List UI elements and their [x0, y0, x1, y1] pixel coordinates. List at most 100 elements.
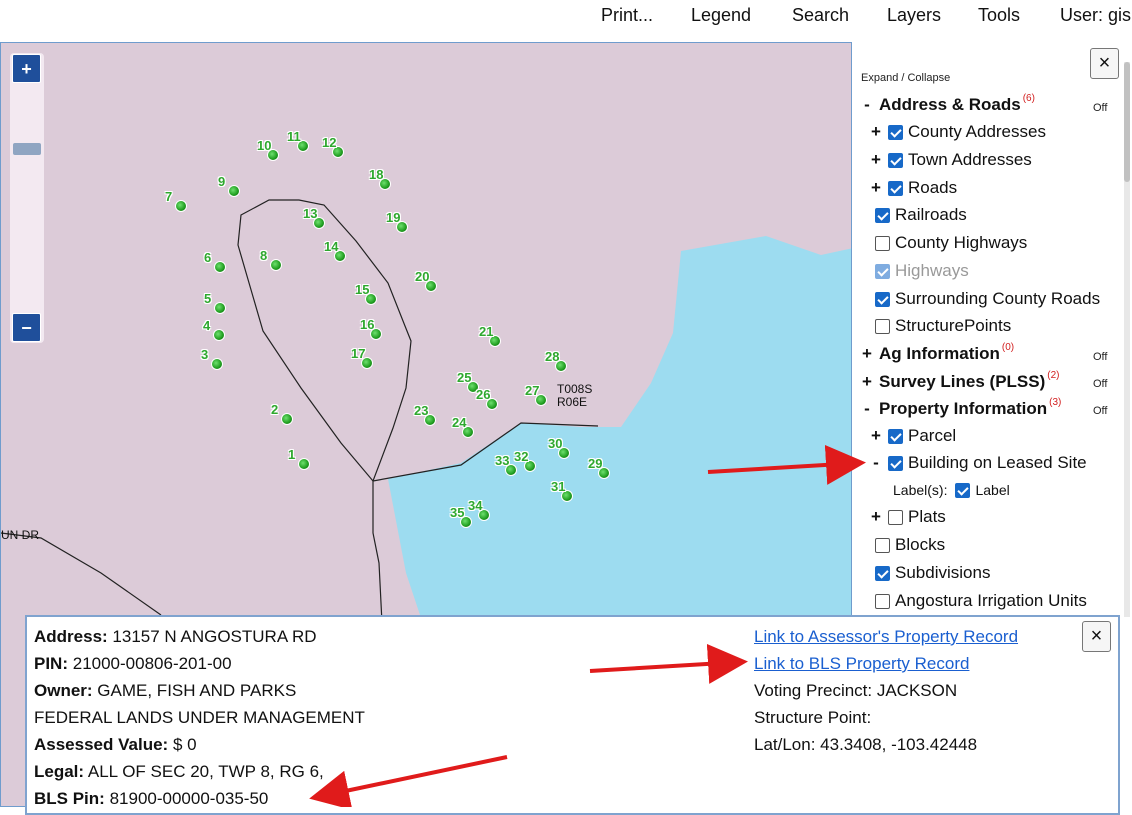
zoom-in-button[interactable]: +	[12, 54, 41, 83]
layer-angostura-irrigation[interactable]: Angostura Irrigation Units	[875, 589, 1087, 613]
layer-checkbox[interactable]	[888, 180, 903, 196]
layers-close-button[interactable]: ×	[1090, 48, 1119, 79]
structure-point-marker[interactable]	[214, 261, 226, 273]
layer-checkbox[interactable]	[888, 455, 903, 471]
layer-roads[interactable]: + Roads	[870, 176, 957, 200]
structure-point-label: 19	[386, 210, 401, 225]
expand-toggle[interactable]: +	[870, 150, 882, 170]
group-off-toggle[interactable]: Off	[1093, 102, 1107, 114]
layer-town-addresses[interactable]: + Town Addresses	[870, 148, 1032, 172]
structure-point-label: 15	[355, 282, 370, 297]
structure-point: Structure Point:	[754, 708, 872, 727]
layer-checkbox[interactable]	[875, 291, 890, 307]
structure-point-label: 27	[525, 383, 540, 398]
layer-checkbox[interactable]	[888, 428, 903, 444]
structure-point-label: 5	[204, 291, 212, 306]
feature-info-popup: × Address: 13157 N ANGOSTURA RD PIN: 210…	[25, 615, 1120, 815]
zoom-slider-handle[interactable]	[13, 143, 41, 155]
layer-county-addresses[interactable]: + County Addresses	[870, 120, 1046, 144]
structure-point-marker[interactable]	[270, 259, 282, 271]
layer-plats[interactable]: + Plats	[870, 505, 946, 529]
structure-point-marker[interactable]	[228, 185, 240, 197]
structure-point-label: 31	[551, 479, 566, 494]
menu-user[interactable]: User: gis	[1060, 5, 1131, 26]
label-checkbox[interactable]	[955, 482, 971, 498]
structure-point-label: 28	[545, 349, 560, 364]
structure-point-label: 24	[452, 415, 467, 430]
legal-label: Legal:	[34, 762, 85, 781]
structure-point-label: 35	[450, 505, 465, 520]
layer-parcel[interactable]: + Parcel	[870, 424, 956, 448]
layers-panel: × Expand / Collapse - Address & Roads (6…	[852, 42, 1132, 617]
layer-label: StructurePoints	[895, 316, 1012, 335]
structure-point-marker[interactable]	[298, 458, 310, 470]
group-address-roads[interactable]: - Address & Roads (6)	[861, 93, 1035, 117]
menu-legend[interactable]: Legend	[691, 5, 751, 26]
layer-checkbox[interactable]	[875, 318, 890, 334]
group-property-information[interactable]: - Property Information (3)	[861, 397, 1061, 421]
group-title: Ag Information	[879, 344, 1000, 363]
top-menu-bar: Print... Legend Search Layers Tools User…	[0, 0, 1132, 42]
group-survey-lines[interactable]: + Survey Lines (PLSS) (2)	[861, 370, 1059, 394]
structure-point-marker[interactable]	[214, 302, 226, 314]
collapse-toggle[interactable]: -	[861, 399, 873, 419]
layers-scroll-thumb[interactable]	[1124, 62, 1130, 182]
expand-toggle[interactable]: +	[870, 507, 882, 527]
layer-subdivisions[interactable]: Subdivisions	[875, 561, 990, 585]
expand-toggle[interactable]: +	[861, 344, 873, 364]
popup-close-button[interactable]: ×	[1082, 621, 1111, 652]
expand-toggle[interactable]: +	[870, 122, 882, 142]
zoom-out-button[interactable]: −	[12, 313, 41, 342]
group-off-toggle[interactable]: Off	[1093, 405, 1107, 417]
layer-checkbox[interactable]	[875, 537, 890, 553]
menu-layers[interactable]: Layers	[887, 5, 941, 26]
layer-structure-points[interactable]: StructurePoints	[875, 314, 1011, 338]
structure-point-label: 20	[415, 269, 430, 284]
menu-print[interactable]: Print...	[601, 5, 653, 26]
address-value: 13157 N ANGOSTURA RD	[112, 627, 317, 646]
layer-surrounding-county-roads[interactable]: Surrounding County Roads	[875, 287, 1100, 311]
structure-point-label: 10	[257, 138, 272, 153]
structure-point-marker[interactable]	[281, 413, 293, 425]
layer-railroads[interactable]: Railroads	[875, 203, 967, 227]
menu-tools[interactable]: Tools	[978, 5, 1020, 26]
layer-checkbox[interactable]	[888, 124, 903, 140]
layer-blocks[interactable]: Blocks	[875, 533, 945, 557]
zoom-slider-rail[interactable]	[10, 53, 44, 343]
layer-checkbox[interactable]	[875, 263, 890, 279]
structure-point-label: 17	[351, 346, 366, 361]
layer-checkbox[interactable]	[888, 509, 903, 525]
lat-lon: Lat/Lon: 43.3408, -103.42448	[754, 735, 978, 754]
bls-pin-value: 81900-00000-035-50	[109, 789, 269, 808]
layer-checkbox[interactable]	[875, 207, 890, 223]
structure-point-marker[interactable]	[213, 329, 225, 341]
expand-toggle[interactable]: +	[870, 426, 882, 446]
layer-checkbox[interactable]	[875, 235, 890, 251]
layer-county-highways[interactable]: County Highways	[875, 231, 1027, 255]
menu-search[interactable]: Search	[792, 5, 849, 26]
layer-highways[interactable]: Highways	[875, 259, 969, 283]
collapse-toggle[interactable]: -	[870, 453, 882, 473]
bls-record-link[interactable]: Link to BLS Property Record	[754, 654, 969, 673]
group-off-toggle[interactable]: Off	[1093, 351, 1107, 363]
structure-point-label: 7	[165, 189, 173, 204]
group-ag-information[interactable]: + Ag Information (0)	[861, 342, 1014, 366]
structure-point-label: 1	[288, 447, 296, 462]
layer-checkbox[interactable]	[875, 593, 890, 609]
layer-building-on-leased-site[interactable]: - Building on Leased Site	[870, 451, 1086, 475]
expand-collapse-link[interactable]: Expand / Collapse	[861, 72, 950, 84]
layer-checkbox[interactable]	[888, 152, 903, 168]
layer-label: Subdivisions	[895, 563, 991, 582]
structure-point-label: 32	[514, 449, 529, 464]
group-off-toggle[interactable]: Off	[1093, 378, 1107, 390]
structure-point-marker[interactable]	[211, 358, 223, 370]
expand-toggle[interactable]: +	[870, 178, 882, 198]
structure-point-marker[interactable]	[175, 200, 187, 212]
expand-toggle[interactable]: +	[861, 372, 873, 392]
structure-point-label: 12	[322, 135, 337, 150]
layer-checkbox[interactable]	[875, 565, 890, 581]
owner-second-line: FEDERAL LANDS UNDER MANAGEMENT	[34, 708, 365, 727]
assessor-record-link[interactable]: Link to Assessor's Property Record	[754, 627, 1018, 646]
layer-label: Railroads	[895, 205, 967, 224]
collapse-toggle[interactable]: -	[861, 95, 873, 115]
